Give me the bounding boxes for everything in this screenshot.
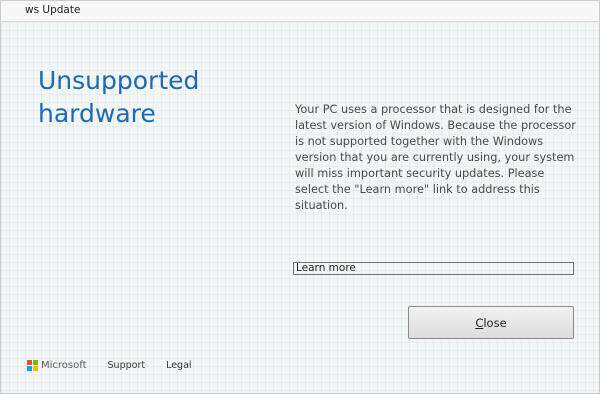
microsoft-brand-text: Microsoft — [41, 359, 87, 371]
logo-square-blue — [27, 365, 32, 371]
window-title: ws Update — [25, 4, 81, 16]
logo-square-red — [27, 359, 32, 365]
support-link[interactable]: Support — [108, 360, 146, 371]
legal-link[interactable]: Legal — [166, 360, 191, 371]
message-text: Your PC uses a processor that is designe… — [295, 103, 576, 212]
close-button-mnemonic: C — [475, 315, 484, 330]
close-button[interactable]: Close — [408, 306, 574, 339]
page-title: Unsupported hardware — [38, 66, 200, 128]
close-button-label: lose — [483, 315, 507, 330]
logo-square-yellow — [33, 365, 38, 371]
microsoft-logo-icon — [27, 359, 38, 371]
logo-square-green — [33, 359, 38, 365]
learn-more-link[interactable]: Learn more — [293, 262, 574, 275]
dialog-content: Unsupported hardware Your PC uses a proc… — [1, 22, 599, 393]
title-bar[interactable]: ws Update — [1, 1, 599, 22]
windows-update-dialog: ws Update Unsupported hardware Your PC u… — [0, 0, 600, 394]
footer: Microsoft Support Legal — [27, 358, 192, 372]
